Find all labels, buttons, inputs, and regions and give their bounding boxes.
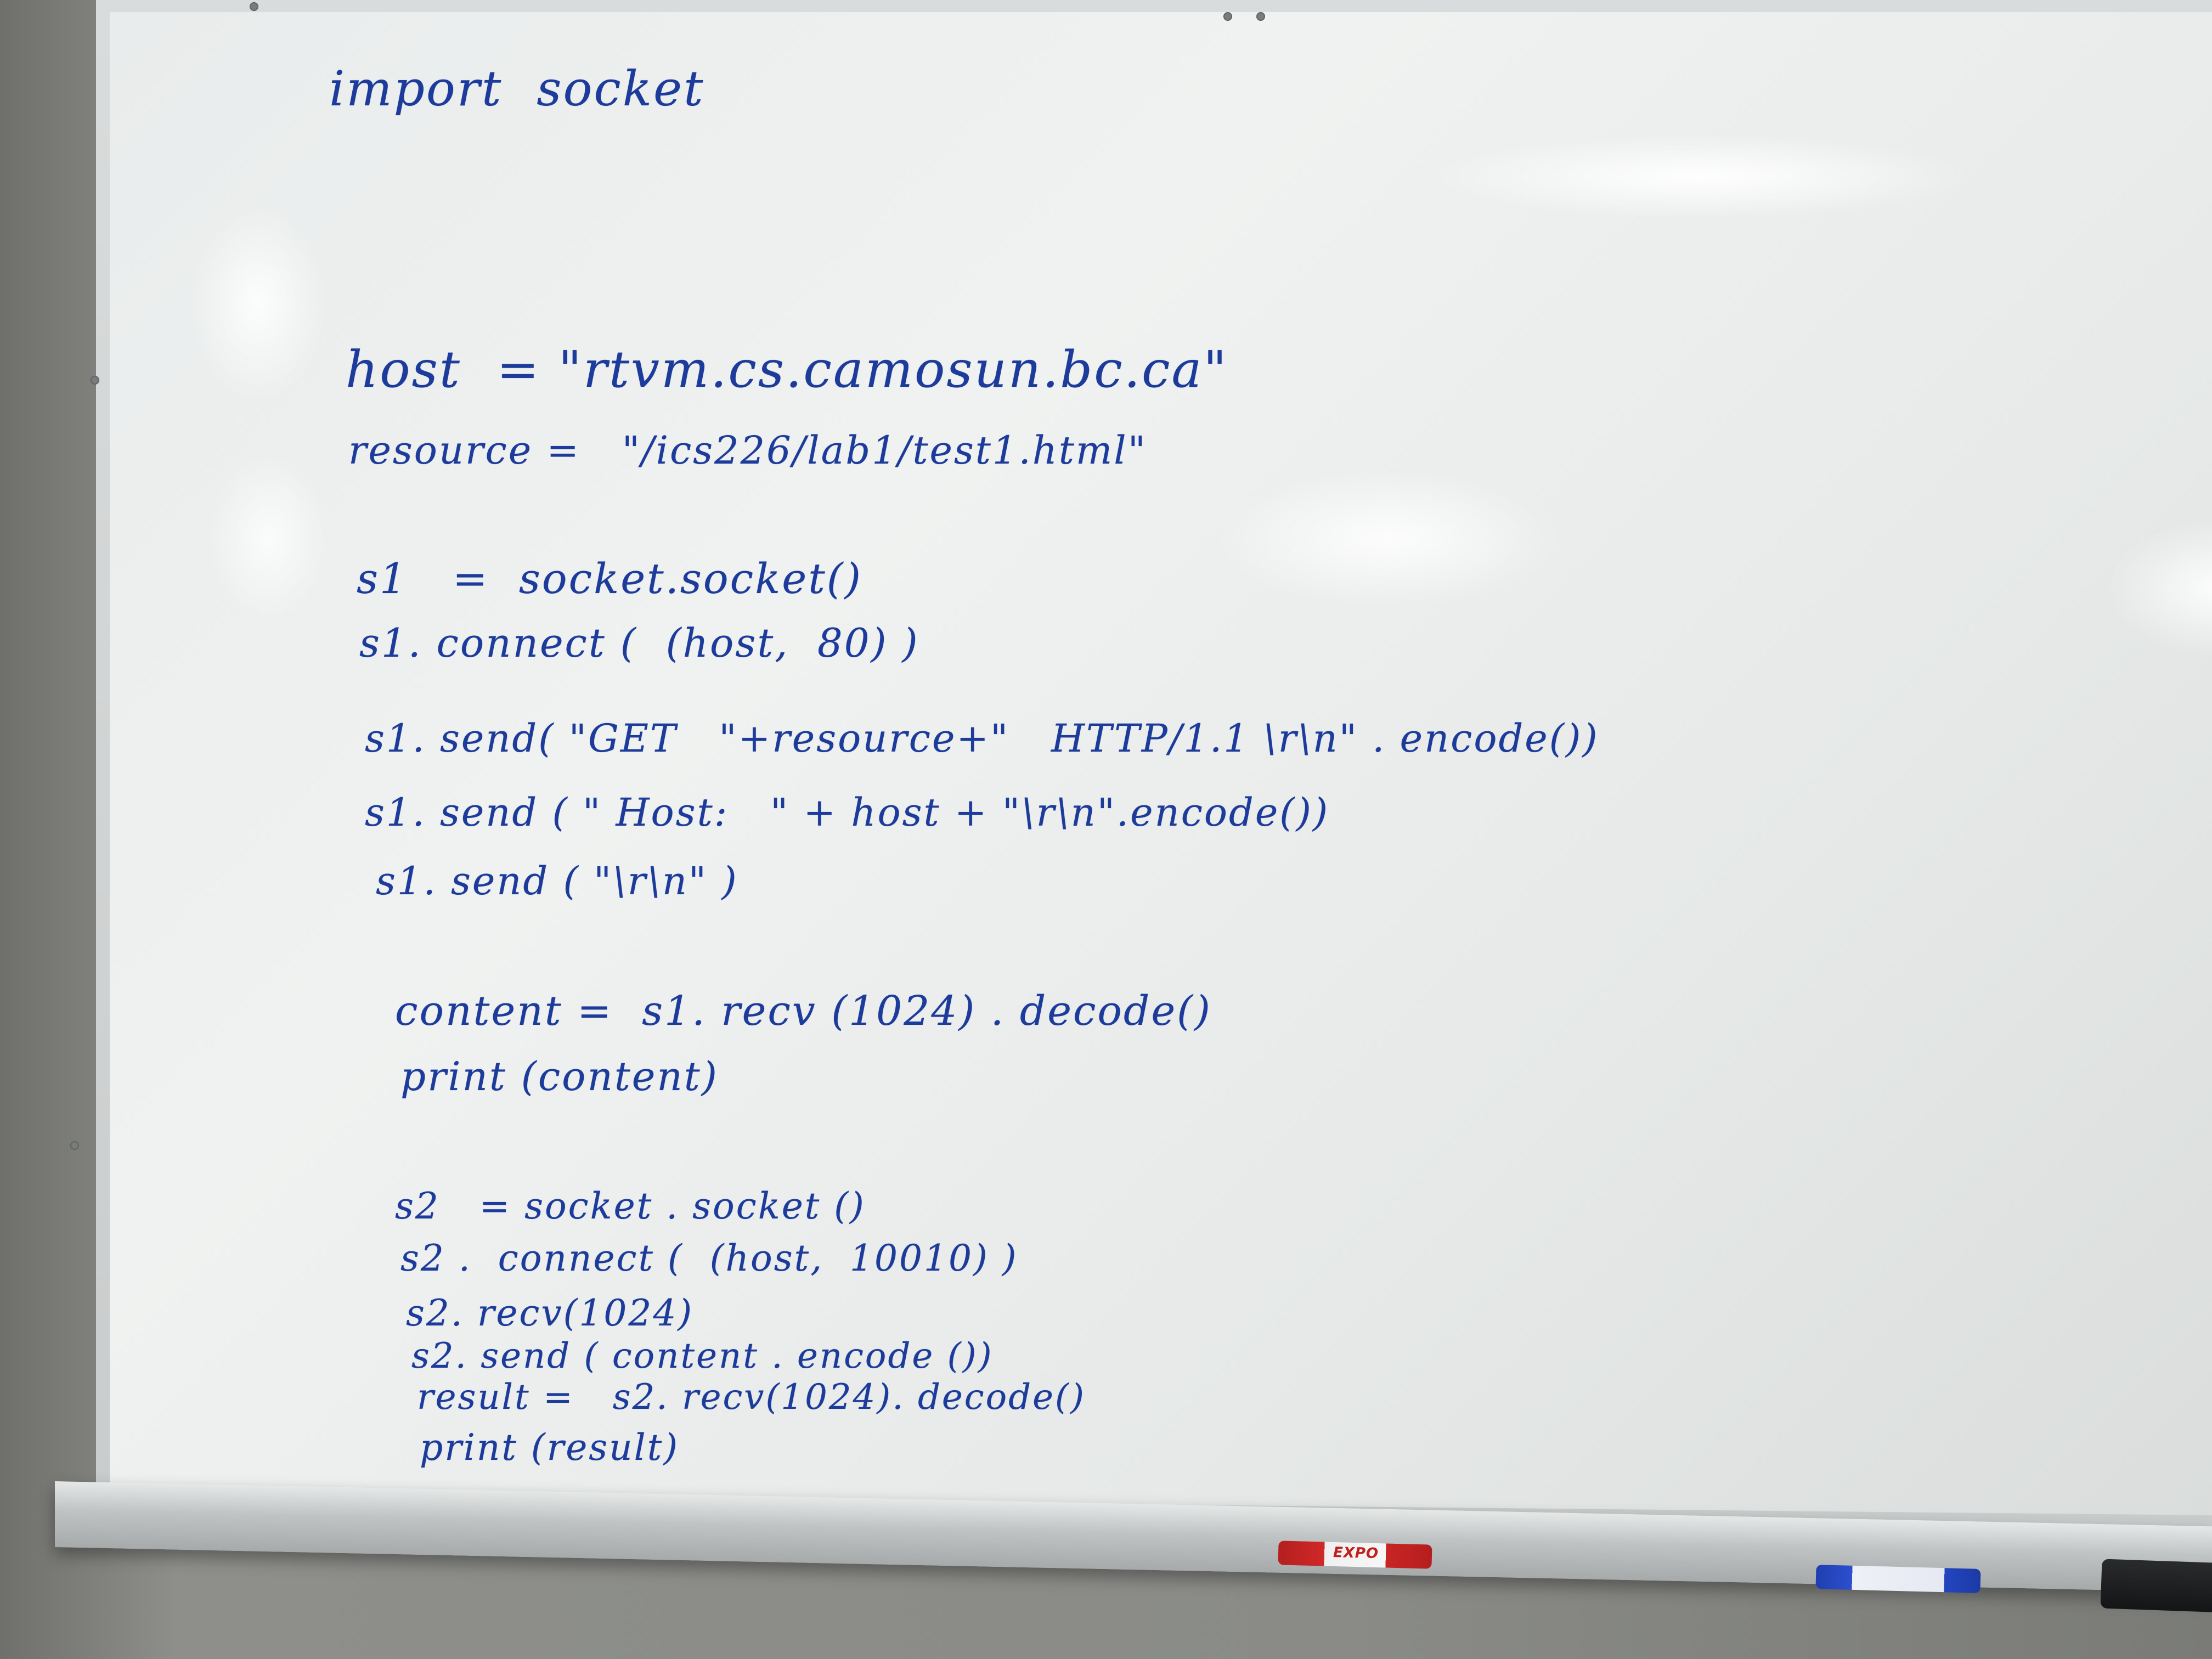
code-line: s2 . connect ( (host, 10010) ): [400, 1237, 1018, 1279]
frame-screw: [1223, 12, 1232, 21]
code-line: import socket: [329, 60, 705, 117]
whiteboard: [110, 12, 2212, 1515]
eraser[interactable]: [2100, 1559, 2212, 1613]
code-line: content = s1. recv (1024) . decode(): [395, 988, 1212, 1035]
code-line: print (result): [420, 1426, 680, 1469]
code-line: s1. send( "GET "+resource+" HTTP/1.1 \r\…: [365, 716, 1599, 761]
code-line: s1 = socket.socket(): [357, 554, 863, 603]
code-line: s2. send ( content . encode ()): [411, 1336, 994, 1376]
code-line: result = s2. recv(1024). decode(): [417, 1377, 1086, 1418]
code-line: s1. send ( "\r\n" ): [376, 859, 738, 904]
marker-brand-label: EXPO: [1333, 1544, 1379, 1562]
code-line: s1. connect ( (host, 80) ): [359, 620, 919, 666]
code-line: host = "rtvm.cs.camosun.bc.ca": [346, 340, 1228, 399]
code-line: s2 = socket . socket (): [395, 1185, 866, 1227]
blue-marker[interactable]: [1815, 1565, 1981, 1593]
frame-screw: [1256, 12, 1265, 21]
code-line: s2. recv(1024): [406, 1292, 694, 1334]
code-line: print (content): [400, 1053, 719, 1099]
code-line: s1. send ( " Host: " + host + "\r\n".enc…: [365, 790, 1330, 835]
code-line: resource = "/ics226/lab1/test1.html": [348, 428, 1147, 473]
frame-screw: [70, 1141, 79, 1150]
frame-screw: [250, 2, 258, 11]
red-marker[interactable]: EXPO: [1278, 1541, 1432, 1569]
frame-screw: [91, 376, 99, 385]
